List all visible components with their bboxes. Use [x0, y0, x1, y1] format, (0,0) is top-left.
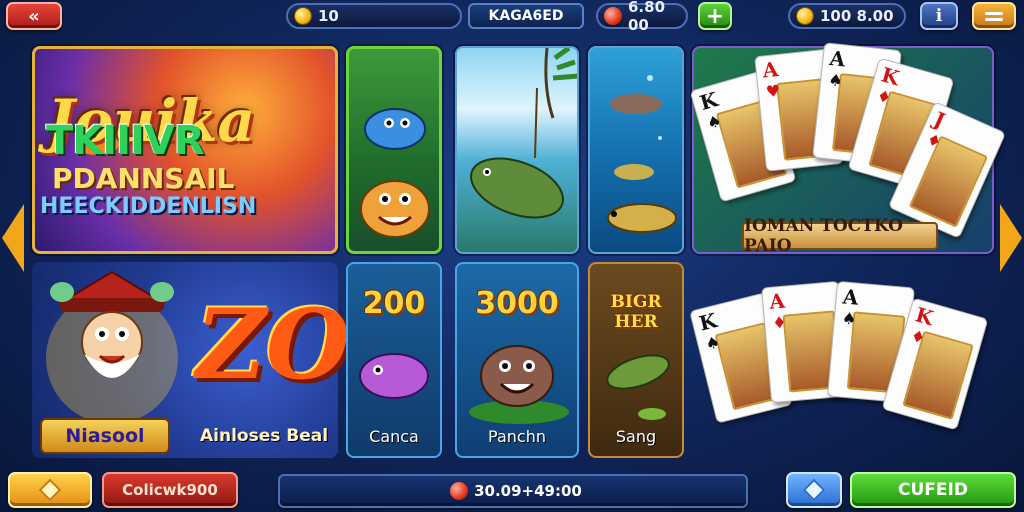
card-rank: K: [878, 62, 903, 91]
gem-shop-button[interactable]: [786, 472, 842, 508]
card-suit-icon: ♠: [827, 69, 844, 91]
featured-game-line1: TKIIIVR: [46, 118, 205, 164]
fisherman-fish-illustration: [470, 48, 577, 219]
menu-button[interactable]: [972, 2, 1016, 30]
featured-game-line3: HEECKIDDENLISN: [40, 194, 257, 219]
mini-game-tile-1[interactable]: 200 Canca: [346, 262, 442, 458]
bonus-button[interactable]: [8, 472, 92, 508]
gold-balance-value: 100 8.00: [820, 7, 894, 25]
card-rank: A: [828, 45, 847, 72]
menu-icon-bar-2: [985, 17, 1003, 21]
top-bar: « 10 KAGA6ED 6.80 00 + 100 8.00 i: [0, 0, 1024, 34]
featured-game-line2: PDANNSAIL: [52, 162, 235, 195]
balance-ruby-icon: [450, 482, 469, 500]
mini-game-3-label: Sang: [615, 427, 657, 446]
swimming-fish-illustration: [607, 75, 677, 233]
back-arrow-icon: «: [28, 5, 40, 27]
card-game-top-label: IOMAN TOCTKO PAIO: [742, 216, 938, 256]
card-rank: A: [761, 57, 780, 83]
gold-coin-icon: [796, 7, 814, 25]
gold-balance: 100 8.00: [788, 3, 906, 29]
scroll-right-arrow-icon[interactable]: [1000, 204, 1022, 272]
card-rank: K: [697, 87, 721, 116]
mini-game-1-label: Canca: [369, 427, 419, 446]
coin-balance-value: 10: [318, 7, 339, 25]
card-rank: K: [696, 308, 720, 336]
fishing-game-tile-river[interactable]: [455, 46, 579, 254]
card-suit-icon: ♥: [764, 80, 782, 102]
ruby-balance: 6.80 00: [596, 0, 688, 34]
wizard-badge: Niasool: [40, 418, 170, 454]
card-rank: K: [912, 302, 937, 331]
card-rank: A: [768, 288, 786, 314]
card-rank: J: [930, 106, 949, 133]
wizard-jackpot-text: ZO: [196, 288, 350, 401]
wizard-caption: Ainloses Beal: [200, 426, 329, 446]
gem-icon: [802, 478, 826, 502]
mini-game-2-label: Panchn: [488, 427, 546, 446]
scroll-left-arrow-icon[interactable]: [2, 204, 24, 272]
player-label-text: KAGA6ED: [488, 8, 564, 24]
mini-game-tile-3[interactable]: BIGR HER Sang: [588, 262, 684, 458]
plus-icon: +: [705, 3, 725, 29]
balance-bar-value: 30.09+49:00: [474, 482, 582, 500]
back-button[interactable]: «: [6, 2, 62, 30]
play-button-label: CUFEID: [898, 480, 968, 500]
fish-game-tile-green[interactable]: [346, 46, 442, 254]
coin-balance: 10: [286, 3, 462, 29]
mini-game-tile-2[interactable]: 3000 Panchn: [455, 262, 579, 458]
collect-button-label: Colicwk900: [122, 481, 218, 499]
balance-bar: 30.09+49:00: [278, 474, 748, 508]
fish-characters-illustration: [360, 108, 430, 238]
collect-button[interactable]: Colicwk900: [102, 472, 238, 508]
card-suit-icon: ♠: [841, 308, 858, 329]
diamond-icon: [38, 478, 62, 502]
menu-icon-bar-1: [985, 11, 1003, 15]
ruby-balance-value: 6.80 00: [628, 0, 666, 34]
card-rank: A: [841, 284, 860, 310]
ruby-icon: [604, 7, 622, 25]
card-suit-icon: ♦: [771, 312, 788, 333]
play-button[interactable]: CUFEID: [850, 472, 1016, 508]
coin-icon: [294, 7, 312, 25]
underwater-game-tile[interactable]: [588, 46, 684, 254]
player-label[interactable]: KAGA6ED: [468, 3, 584, 29]
info-icon: i: [935, 6, 943, 26]
add-currency-button[interactable]: +: [698, 2, 732, 30]
info-button[interactable]: i: [920, 2, 958, 30]
